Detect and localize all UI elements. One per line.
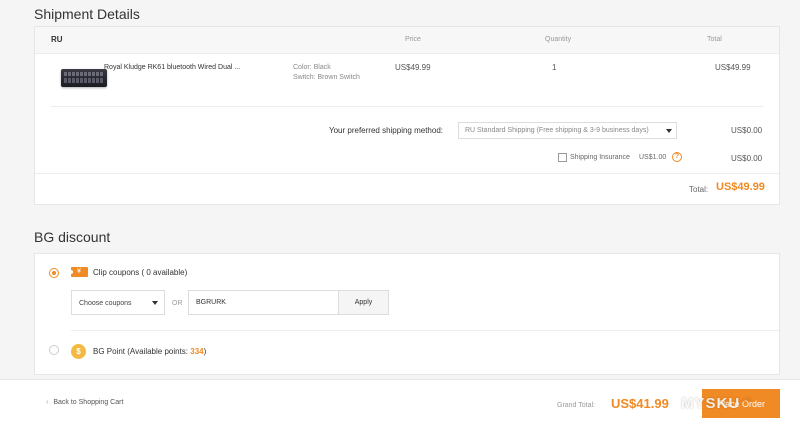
coupon-icon (69, 267, 88, 277)
back-to-cart-link[interactable]: ‹ Back to Shopping Cart (46, 399, 123, 406)
insurance-checkbox[interactable] (558, 153, 567, 162)
price-header: Price (405, 36, 421, 43)
shipment-header-row: RU Price Quantity Total (35, 27, 779, 54)
insurance-label[interactable]: Shipping Insurance (570, 154, 630, 161)
back-to-cart-label: Back to Shopping Cart (53, 399, 124, 406)
discount-card: Clip coupons ( 0 available) Choose coupo… (34, 253, 780, 375)
points-label: BG Point (Available points: 334) (93, 347, 206, 356)
or-label: OR (172, 300, 183, 307)
country-code: RU (51, 35, 63, 44)
discount-title: BG discount (34, 229, 111, 245)
apply-button[interactable]: Apply (338, 290, 389, 315)
coin-icon: $ (71, 344, 86, 359)
watermark-suffix: .ru (740, 397, 753, 404)
product-image[interactable] (61, 69, 107, 87)
points-label-text: BG Point (Available points: (93, 347, 191, 356)
product-switch: Switch: Brown Switch (293, 74, 360, 81)
coupon-label: Clip coupons ( 0 available) (93, 268, 188, 277)
help-icon[interactable]: ? (672, 152, 682, 162)
coupon-divider (71, 330, 779, 331)
shipment-card: RU Price Quantity Total Royal Kludge RK6… (34, 26, 780, 205)
coupon-code-input[interactable] (188, 290, 339, 315)
quantity-header: Quantity (545, 36, 572, 43)
shipping-method-select[interactable]: RU Standard Shipping (Free shipping & 3-… (458, 122, 677, 139)
checkout-footer: ‹ Back to Shopping Cart Grand Total: US$4… (0, 379, 800, 426)
chevron-down-icon (666, 129, 672, 133)
chevron-down-icon (152, 301, 158, 305)
total-header: Total (707, 36, 722, 43)
insurance-price: US$1.00 (639, 154, 667, 161)
shipping-method-label: Your preferred shipping method: (329, 126, 443, 135)
grand-total-label: Grand Total: (557, 402, 596, 409)
product-color: Color: Black (293, 64, 331, 71)
shipping-cost: US$0.00 (731, 126, 763, 135)
product-name[interactable]: Royal Kludge RK61 bluetooth Wired Dual .… (104, 64, 240, 71)
product-divider (51, 106, 763, 107)
coupon-radio[interactable] (49, 268, 59, 278)
points-value: 334 (190, 347, 204, 356)
shipment-title: Shipment Details (34, 6, 140, 22)
total-divider (35, 173, 779, 174)
choose-coupons-label: Choose coupons (79, 300, 132, 307)
points-radio[interactable] (49, 345, 59, 355)
points-label-suffix: ) (203, 347, 207, 356)
choose-coupons-select[interactable]: Choose coupons (71, 290, 165, 315)
total-label: Total: (689, 185, 709, 194)
product-price: US$49.99 (395, 63, 431, 72)
product-total: US$49.99 (715, 63, 751, 72)
product-quantity: 1 (552, 63, 557, 72)
total-value: US$49.99 (716, 181, 765, 193)
shipping-method-value: RU Standard Shipping (Free shipping & 3-… (465, 127, 649, 134)
grand-total-value: US$41.99 (611, 396, 669, 411)
watermark-logo: MYSKU.ru (681, 395, 752, 412)
insurance-cost: US$0.00 (731, 154, 763, 163)
watermark-text: MYSKU (681, 395, 741, 412)
chevron-left-icon: ‹ (46, 399, 49, 406)
